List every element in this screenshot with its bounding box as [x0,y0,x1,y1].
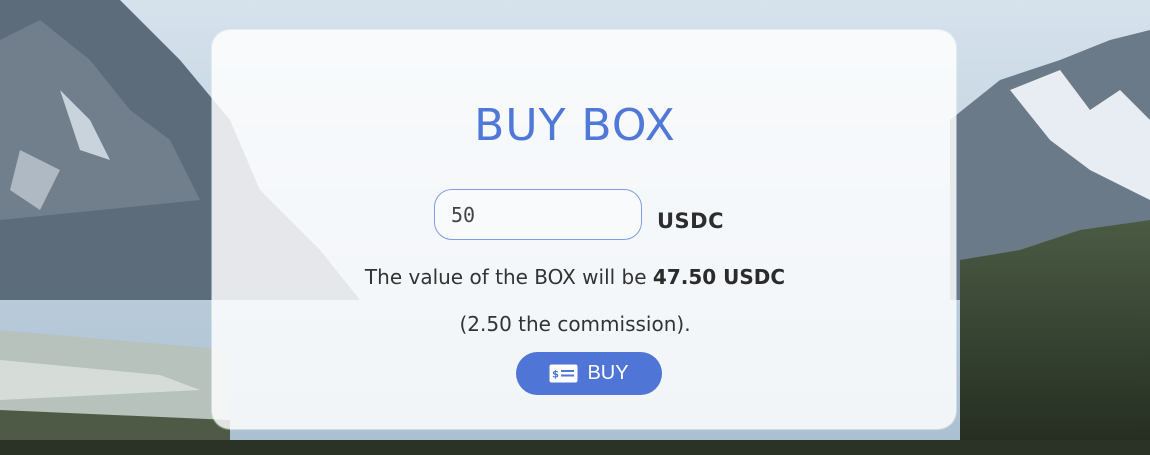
value-text-prefix: The value of the BOX will be [364,265,647,289]
buy-button-label: BUY [587,362,629,384]
buy-button[interactable]: $ BUY [516,352,662,395]
commission-text: (2.50 the commission). [459,312,691,336]
currency-label: USDC [657,209,725,233]
page-title: BUY BOX [474,100,676,151]
box-value: 47.50 USDC [652,265,786,289]
svg-text:$: $ [552,370,559,381]
cash-icon: $ [549,364,578,383]
box-value-text: The value of the BOX will be 47.50 USDC [0,265,1150,289]
amount-input[interactable] [434,189,642,240]
